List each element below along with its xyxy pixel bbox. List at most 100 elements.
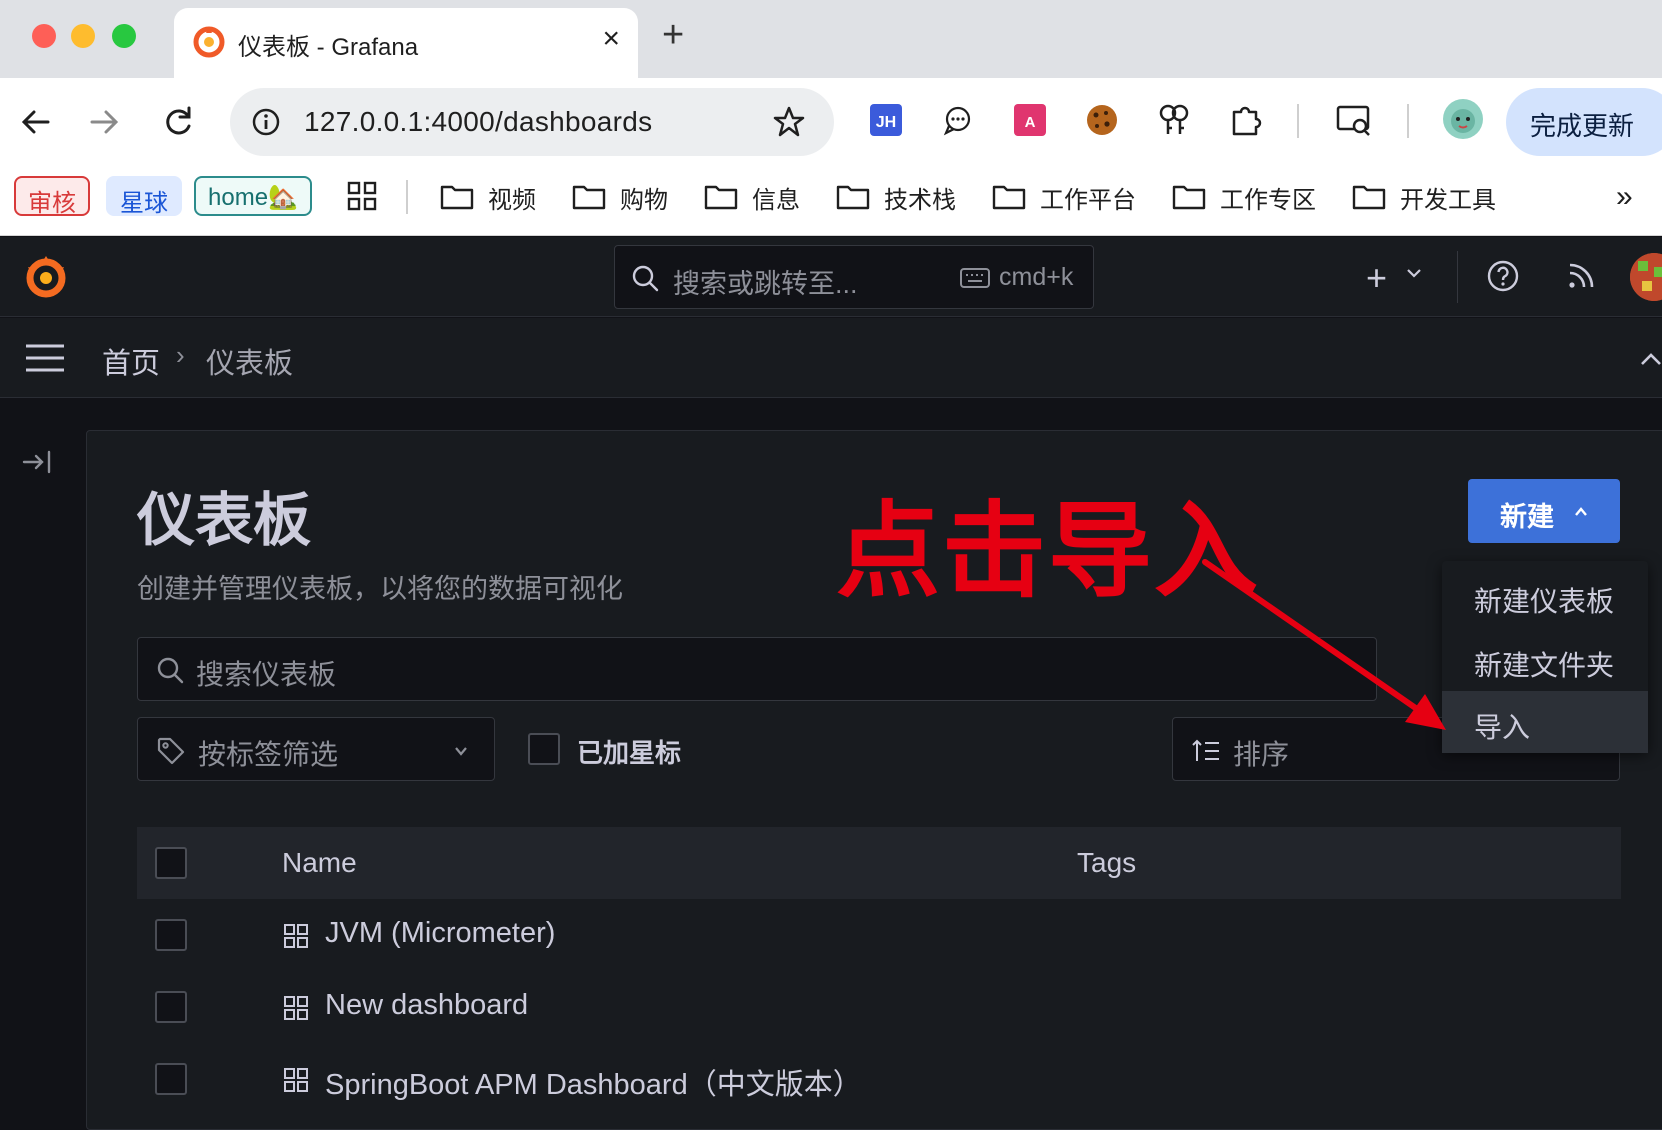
chat-extension-icon[interactable] (938, 100, 978, 140)
window-close-button[interactable] (32, 24, 56, 48)
bookmark-planet[interactable]: 星球 (106, 176, 182, 217)
keyboard-icon (960, 268, 990, 288)
menu-item-import[interactable]: 导入 (1442, 691, 1648, 753)
browser-tab-active[interactable]: 仪表板 - Grafana × (174, 8, 638, 78)
table-row[interactable]: JVM (Micrometer) (137, 899, 1621, 971)
bookmark-home[interactable]: home🏡 (194, 176, 312, 216)
news-feed-icon[interactable] (1566, 261, 1596, 291)
table-row[interactable]: SpringBoot APM Dashboard（中文版本） (137, 1043, 1621, 1115)
starred-checkbox[interactable] (528, 733, 560, 765)
window-minimize-button[interactable] (71, 24, 95, 48)
site-info-icon[interactable] (252, 108, 280, 136)
column-name[interactable]: Name (282, 847, 357, 879)
tag-filter-label: 按标签筛选 (198, 739, 339, 770)
dashboard-name-link[interactable]: New dashboard (325, 989, 528, 1022)
dashboard-name-link[interactable]: SpringBoot APM Dashboard（中文版本） (325, 1061, 862, 1103)
breadcrumb-current: 仪表板 (206, 348, 294, 380)
breadcrumb-home[interactable]: 首页 (102, 340, 160, 382)
translate-extension-icon[interactable]: A (1010, 100, 1050, 140)
url-text[interactable]: 127.0.0.1:4000/dashboards (304, 106, 652, 138)
chevron-up-icon[interactable] (1636, 344, 1662, 374)
sort-icon (1192, 739, 1219, 761)
bookmarks-overflow-icon[interactable]: » (1616, 180, 1633, 214)
grafana-logo-icon[interactable] (22, 253, 70, 301)
folder-label: 开发工具 (1400, 187, 1496, 214)
annotation-text: 点击导入 (836, 494, 1261, 610)
puzzle-extensions-icon[interactable] (1226, 100, 1266, 140)
bookmark-star-icon[interactable] (772, 105, 806, 139)
sort-label: 排序 (1233, 739, 1290, 770)
cookie-extension-icon[interactable] (1082, 100, 1122, 140)
apps-grid-icon[interactable] (346, 180, 378, 212)
new-button-label: 新建 (1500, 502, 1554, 532)
search-dashboards-input[interactable]: 搜索仪表板 (137, 637, 1377, 701)
folder-icon (572, 185, 606, 210)
starred-label[interactable]: 已加星标 (577, 733, 681, 770)
column-tags: Tags (1077, 847, 1137, 878)
table-row[interactable]: New dashboard (137, 971, 1621, 1043)
dock-menu-icon[interactable] (22, 448, 54, 476)
chevron-down-icon (455, 747, 467, 756)
global-search-input[interactable]: 搜索或跳转至... cmd+k (614, 245, 1094, 309)
folder-icon (1172, 185, 1206, 210)
menu-item-new-dashboard[interactable]: 新建仪表板 (1442, 565, 1648, 627)
new-dropdown-menu: 新建仪表板 新建文件夹 导入 (1442, 561, 1648, 753)
back-arrow-icon[interactable] (16, 102, 56, 142)
tab-close-icon[interactable]: × (602, 22, 620, 56)
row-checkbox[interactable] (155, 1063, 187, 1095)
new-button[interactable]: 新建 (1468, 479, 1620, 543)
folder-icon (836, 185, 870, 210)
bookmark-separator (406, 180, 408, 214)
dashboard-grid-icon (284, 996, 308, 1020)
jh-extension-icon[interactable]: JH (866, 100, 906, 140)
window-zoom-button[interactable] (112, 24, 136, 48)
breadcrumb: 首页 › 仪表板 (0, 318, 1662, 398)
tab-title: 仪表板 - Grafana (238, 34, 419, 61)
update-complete-button[interactable]: 完成更新 ⋮ (1506, 88, 1662, 156)
folder-icon (1352, 185, 1386, 210)
reload-icon[interactable] (158, 102, 198, 142)
search-dashboards-placeholder: 搜索仪表板 (196, 659, 337, 690)
bookmarks-bar: 审核 星球 home🏡 视频 购物 信息 技术栈 工作平台 工作专区 开发工具 … (0, 166, 1662, 236)
browser-toolbar: 127.0.0.1:4000/dashboards JH A 完成更新 (0, 78, 1662, 166)
table-header: Name Tags (137, 827, 1621, 899)
toolbar-separator (1297, 104, 1299, 138)
page-subtitle: 创建并管理仪表板，以将您的数据可视化 (137, 574, 623, 604)
row-checkbox[interactable] (155, 919, 187, 951)
tag-icon (157, 737, 185, 765)
new-tab-button[interactable]: + (662, 14, 684, 57)
page-title: 仪表板 (137, 488, 312, 553)
svg-text:A: A (1025, 114, 1036, 131)
dashboard-name-link[interactable]: JVM (Micrometer) (325, 917, 555, 950)
folder-label: 信息 (752, 187, 800, 214)
chevron-up-icon (1575, 507, 1587, 516)
address-bar[interactable]: 127.0.0.1:4000/dashboards (230, 88, 834, 156)
chevron-down-icon[interactable] (1404, 263, 1424, 283)
profile-avatar[interactable] (1442, 98, 1484, 140)
folder-icon (440, 185, 474, 210)
menu-item-new-folder[interactable]: 新建文件夹 (1442, 629, 1648, 691)
folder-label: 技术栈 (884, 187, 956, 214)
folder-label: 工作平台 (1040, 187, 1136, 214)
user-avatar[interactable] (1630, 253, 1662, 301)
more-menu-icon[interactable]: ⋮ (1654, 106, 1662, 139)
row-checkbox[interactable] (155, 991, 187, 1023)
help-icon[interactable] (1486, 259, 1520, 293)
keys-extension-icon[interactable] (1154, 100, 1194, 140)
add-new-icon[interactable]: + (1366, 257, 1387, 299)
forward-arrow-icon[interactable] (84, 102, 124, 142)
tag-filter-select[interactable]: 按标签筛选 (137, 717, 495, 781)
search-icon (157, 657, 184, 684)
folder-label: 视频 (488, 187, 536, 214)
browser-tab-bar: 仪表板 - Grafana × + (0, 0, 1662, 78)
select-all-checkbox[interactable] (155, 847, 187, 879)
user-avatar-pattern-icon (1630, 253, 1662, 301)
update-label: 完成更新 (1530, 111, 1635, 141)
folder-icon (704, 185, 738, 210)
breadcrumb-separator: › (176, 340, 185, 370)
hamburger-menu-icon[interactable] (24, 342, 66, 374)
folder-label: 工作专区 (1220, 187, 1316, 214)
screen-search-icon[interactable] (1334, 100, 1374, 140)
search-icon (632, 265, 659, 292)
bookmark-audit[interactable]: 审核 (14, 176, 90, 217)
